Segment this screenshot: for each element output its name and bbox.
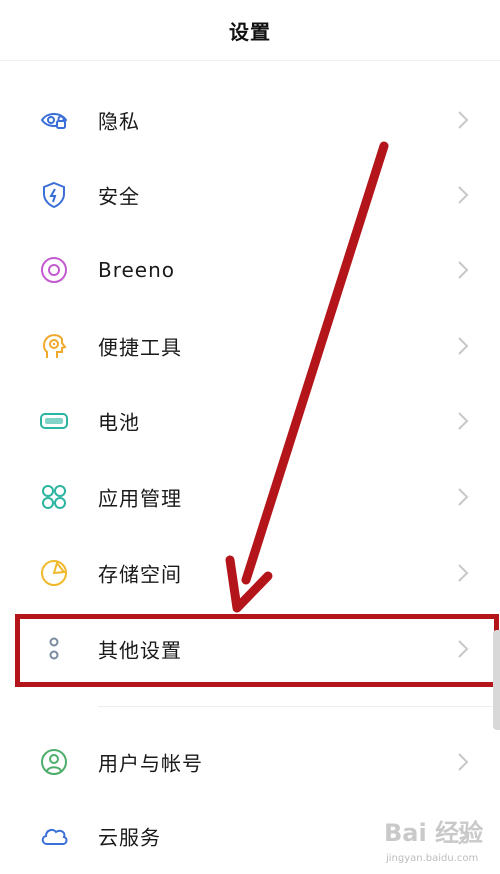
top-bar: 设置	[0, 0, 500, 61]
highlight-box	[15, 614, 499, 687]
chevron-right-icon	[458, 261, 469, 279]
chevron-right-icon	[458, 412, 469, 430]
settings-item-tools[interactable]: 便捷工具	[0, 308, 500, 384]
chevron-right-icon	[458, 337, 469, 355]
settings-item-label: 存储空间	[98, 562, 182, 587]
breeno-icon	[39, 255, 69, 285]
settings-item-privacy[interactable]: 隐私	[0, 82, 500, 158]
shield-icon	[39, 180, 69, 210]
settings-item-label: 隐私	[98, 109, 140, 134]
scrollbar[interactable]	[493, 630, 500, 730]
battery-icon	[39, 406, 69, 436]
settings-item-accounts[interactable]: 用户与帐号	[0, 724, 500, 800]
watermark-url: jingyan.baidu.com	[385, 853, 478, 864]
cloud-icon	[39, 821, 69, 851]
settings-item-apps[interactable]: 应用管理	[0, 459, 500, 535]
baidu-watermark: Bai 经验 jingyan.baidu.com	[384, 819, 483, 864]
settings-item-label: 电池	[98, 410, 140, 435]
settings-item-label: 安全	[98, 184, 140, 209]
storage-icon	[39, 558, 69, 588]
chevron-right-icon	[458, 564, 469, 582]
apps-icon	[39, 482, 69, 512]
chevron-right-icon	[458, 111, 469, 129]
settings-item-label: 便捷工具	[98, 335, 182, 360]
privacy-icon	[39, 105, 69, 135]
chevron-right-icon	[458, 186, 469, 204]
watermark-brand: Bai 经验	[384, 819, 483, 847]
settings-item-label: 用户与帐号	[98, 751, 203, 776]
user-icon	[39, 747, 69, 777]
section-divider	[98, 706, 500, 707]
settings-item-battery[interactable]: 电池	[0, 383, 500, 459]
settings-item-label: 云服务	[98, 825, 161, 850]
settings-item-security[interactable]: 安全	[0, 157, 500, 233]
settings-item-storage[interactable]: 存储空间	[0, 535, 500, 611]
settings-item-label: 应用管理	[98, 486, 182, 511]
chevron-right-icon	[458, 753, 469, 771]
page-title: 设置	[229, 19, 271, 44]
tools-icon	[39, 331, 69, 361]
settings-item-breeno[interactable]: Breeno	[0, 232, 500, 308]
chevron-right-icon	[458, 488, 469, 506]
settings-item-label: Breeno	[98, 258, 176, 282]
